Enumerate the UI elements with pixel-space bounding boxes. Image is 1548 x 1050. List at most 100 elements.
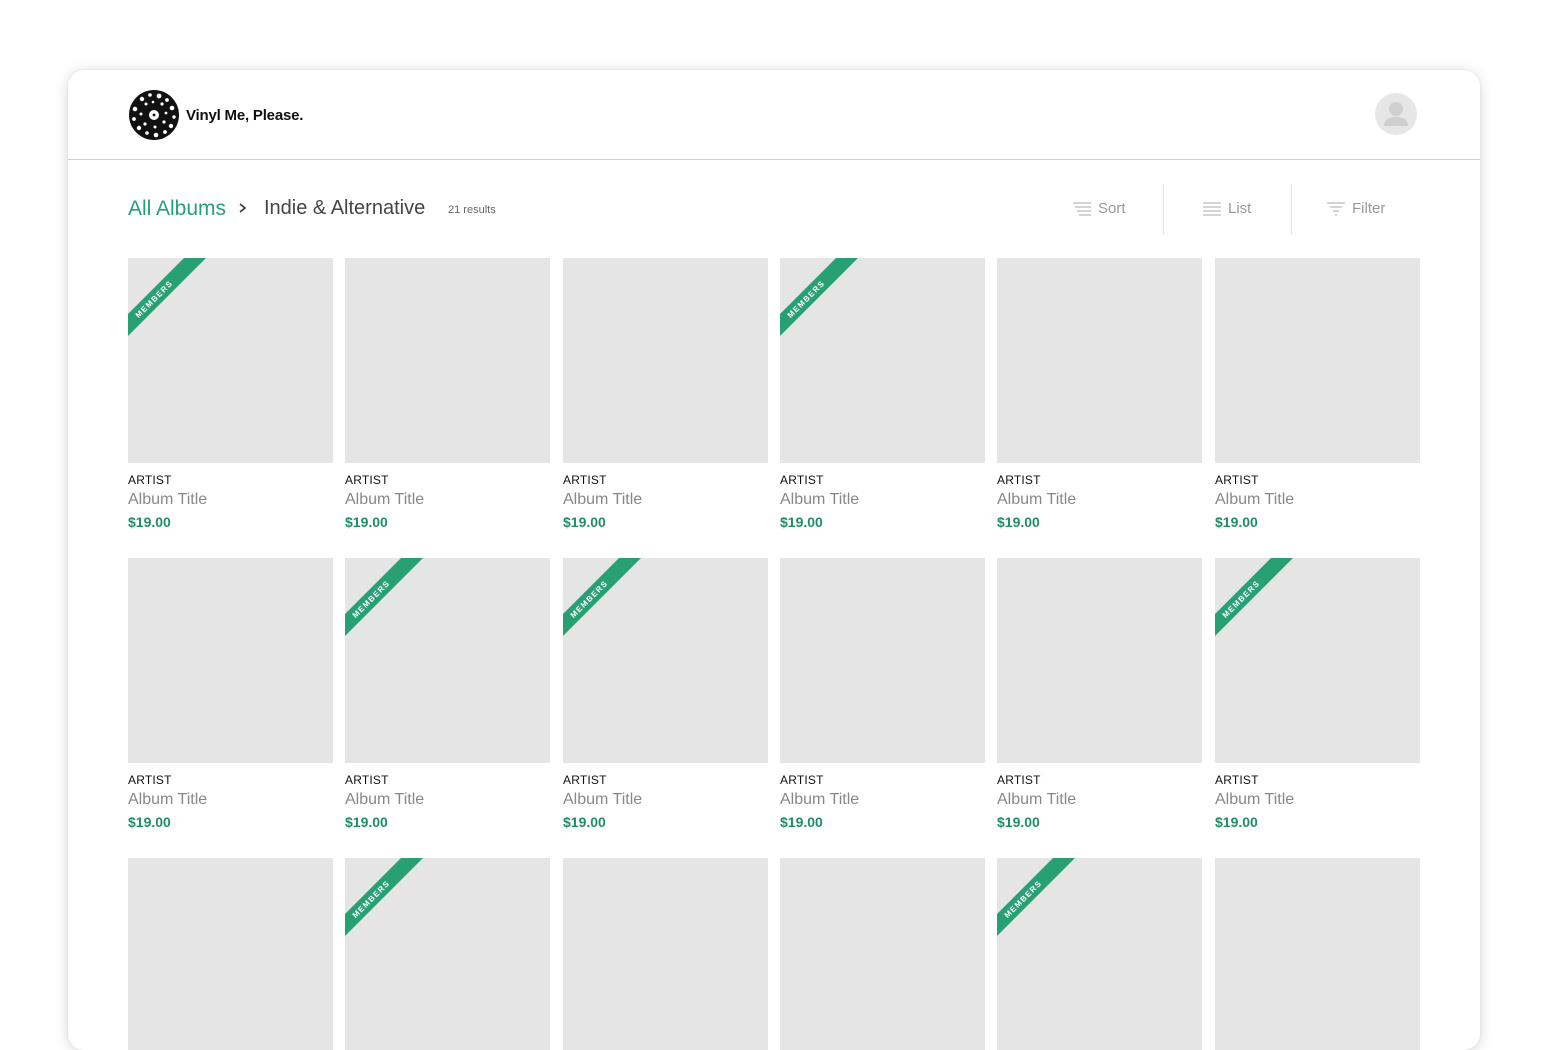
album-artist: ARTIST — [563, 473, 607, 487]
album-card[interactable]: MEMBERS ARTIST Album Title $19.00 — [780, 258, 985, 530]
album-price: $19.00 — [997, 514, 1040, 530]
album-card[interactable] — [780, 858, 985, 1050]
members-ribbon: MEMBERS — [997, 858, 1075, 936]
album-card[interactable]: MEMBERS ARTIST Album Title $19.00 — [128, 258, 333, 530]
album-card[interactable]: MEMBERS — [345, 858, 550, 1050]
members-ribbon: MEMBERS — [563, 558, 641, 636]
album-price: $19.00 — [1215, 814, 1258, 830]
album-title[interactable]: Album Title — [1215, 791, 1294, 809]
members-ribbon-label: MEMBERS — [351, 579, 392, 620]
album-card[interactable]: MEMBERS ARTIST Album Title $19.00 — [563, 558, 768, 830]
album-price: $19.00 — [345, 814, 388, 830]
breadcrumb-current-category: Indie & Alternative — [264, 197, 426, 219]
album-price: $19.00 — [1215, 514, 1258, 530]
album-title[interactable]: Album Title — [780, 791, 859, 809]
album-cover[interactable]: MEMBERS — [563, 558, 768, 763]
members-ribbon-label: MEMBERS — [786, 279, 827, 320]
album-cover[interactable] — [345, 258, 550, 463]
album-card[interactable]: ARTIST Album Title $19.00 — [128, 558, 333, 830]
album-artist: ARTIST — [345, 773, 389, 787]
album-title[interactable]: Album Title — [128, 791, 207, 809]
album-price: $19.00 — [780, 514, 823, 530]
user-avatar[interactable] — [1375, 93, 1417, 135]
album-title[interactable]: Album Title — [345, 491, 424, 509]
members-ribbon-label: MEMBERS — [569, 579, 610, 620]
album-cover[interactable] — [997, 258, 1202, 463]
album-card[interactable]: ARTIST Album Title $19.00 — [563, 258, 768, 530]
album-title[interactable]: Album Title — [128, 491, 207, 509]
chevron-right-icon — [239, 203, 247, 213]
user-silhouette-icon — [1384, 102, 1408, 126]
members-ribbon: MEMBERS — [1215, 558, 1293, 636]
album-card[interactable]: MEMBERS — [997, 858, 1202, 1050]
album-cover[interactable] — [128, 558, 333, 763]
filter-label: Filter — [1352, 200, 1386, 217]
listing-toolbar: All Albums Indie & Alternative 21 result… — [68, 160, 1480, 260]
album-card[interactable]: ARTIST Album Title $19.00 — [1215, 258, 1420, 530]
sort-button[interactable]: Sort — [1072, 200, 1126, 217]
album-price: $19.00 — [563, 514, 606, 530]
album-cover[interactable] — [563, 258, 768, 463]
album-price: $19.00 — [997, 814, 1040, 830]
members-ribbon: MEMBERS — [345, 858, 423, 936]
members-ribbon: MEMBERS — [128, 258, 206, 336]
breadcrumb-all-albums[interactable]: All Albums — [128, 197, 226, 221]
album-artist: ARTIST — [563, 773, 607, 787]
album-cover[interactable] — [997, 558, 1202, 763]
album-price: $19.00 — [345, 514, 388, 530]
album-artist: ARTIST — [997, 473, 1041, 487]
list-label: List — [1228, 200, 1252, 217]
brand-name: Vinyl Me, Please. — [186, 106, 304, 124]
album-cover[interactable]: MEMBERS — [128, 258, 333, 463]
album-cover[interactable] — [128, 858, 333, 1050]
album-card[interactable]: ARTIST Album Title $19.00 — [780, 558, 985, 830]
album-cover[interactable] — [1215, 858, 1420, 1050]
album-artist: ARTIST — [128, 473, 172, 487]
filter-icon — [1327, 201, 1345, 216]
list-view-button[interactable]: List — [1202, 200, 1251, 217]
album-card[interactable] — [563, 858, 768, 1050]
members-ribbon-label: MEMBERS — [351, 879, 392, 920]
brand-logo[interactable]: Vinyl Me, Please. — [128, 89, 303, 141]
album-cover[interactable]: MEMBERS — [997, 858, 1202, 1050]
album-title[interactable]: Album Title — [345, 791, 424, 809]
album-price: $19.00 — [128, 514, 171, 530]
album-cover[interactable] — [780, 558, 985, 763]
members-ribbon-label: MEMBERS — [134, 279, 175, 320]
album-card[interactable] — [128, 858, 333, 1050]
vinyl-record-logo-icon — [129, 90, 179, 140]
members-ribbon: MEMBERS — [345, 558, 423, 636]
album-cover[interactable]: MEMBERS — [1215, 558, 1420, 763]
album-price: $19.00 — [128, 814, 171, 830]
members-ribbon: MEMBERS — [780, 258, 858, 336]
album-cover[interactable]: MEMBERS — [345, 858, 550, 1050]
top-header: Vinyl Me, Please. — [68, 70, 1480, 160]
album-title[interactable]: Album Title — [563, 491, 642, 509]
album-title[interactable]: Album Title — [780, 491, 859, 509]
filter-button[interactable]: Filter — [1326, 200, 1385, 217]
album-price: $19.00 — [780, 814, 823, 830]
album-card[interactable]: MEMBERS ARTIST Album Title $19.00 — [1215, 558, 1420, 830]
album-title[interactable]: Album Title — [1215, 491, 1294, 509]
album-card[interactable]: ARTIST Album Title $19.00 — [997, 558, 1202, 830]
album-cover[interactable] — [1215, 258, 1420, 463]
album-artist: ARTIST — [780, 473, 824, 487]
album-card[interactable]: ARTIST Album Title $19.00 — [345, 258, 550, 530]
album-cover[interactable]: MEMBERS — [780, 258, 985, 463]
album-title[interactable]: Album Title — [563, 791, 642, 809]
album-artist: ARTIST — [1215, 773, 1259, 787]
album-card[interactable] — [1215, 858, 1420, 1050]
album-artist: ARTIST — [780, 773, 824, 787]
album-card[interactable]: ARTIST Album Title $19.00 — [997, 258, 1202, 530]
album-cover[interactable] — [780, 858, 985, 1050]
album-cover[interactable]: MEMBERS — [345, 558, 550, 763]
album-artist: ARTIST — [997, 773, 1041, 787]
album-artist: ARTIST — [128, 773, 172, 787]
members-ribbon-label: MEMBERS — [1221, 579, 1262, 620]
album-title[interactable]: Album Title — [997, 791, 1076, 809]
album-title[interactable]: Album Title — [997, 491, 1076, 509]
album-card[interactable]: MEMBERS ARTIST Album Title $19.00 — [345, 558, 550, 830]
sort-icon — [1073, 201, 1091, 216]
list-icon — [1203, 201, 1221, 216]
album-cover[interactable] — [563, 858, 768, 1050]
